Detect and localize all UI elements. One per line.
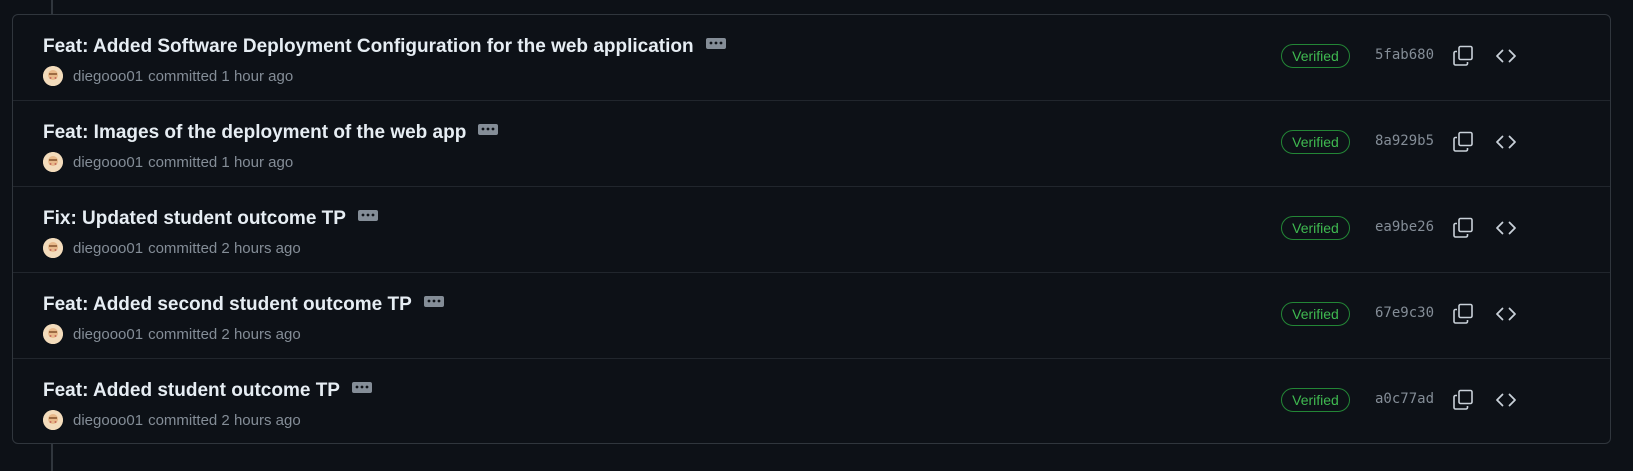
commit-sha-link[interactable]: 67e9c30 (1375, 305, 1434, 321)
commit-time: committed 2 hours ago (148, 325, 301, 343)
commit-sha-link[interactable]: 5fab680 (1375, 47, 1434, 63)
avatar[interactable] (43, 410, 63, 430)
avatar[interactable] (43, 152, 63, 172)
commit-meta: diegooo01 committed 1 hour ago (43, 152, 293, 172)
commit-meta: diegooo01 committed 1 hour ago (43, 66, 293, 86)
commit-time: committed 2 hours ago (148, 411, 301, 429)
author-link[interactable]: diegooo01 (73, 154, 143, 171)
avatar[interactable] (43, 66, 63, 86)
commit-time: committed 1 hour ago (148, 67, 294, 85)
copy-icon[interactable] (1451, 216, 1475, 240)
commit-title-link[interactable]: Fix: Updated student outcome TP (43, 208, 346, 230)
verified-badge[interactable]: Verified (1281, 44, 1350, 68)
commit-title-link[interactable]: Feat: Added Software Deployment Configur… (43, 36, 694, 58)
copy-icon[interactable] (1451, 388, 1475, 412)
commit-title-group: Feat: Added Software Deployment Configur… (43, 36, 726, 58)
copy-icon[interactable] (1451, 44, 1475, 68)
copy-icon[interactable] (1451, 130, 1475, 154)
avatar[interactable] (43, 324, 63, 344)
commit-meta: diegooo01 committed 2 hours ago (43, 324, 301, 344)
code-icon[interactable] (1494, 44, 1518, 68)
commit-time: committed 1 hour ago (148, 153, 294, 171)
commit-row: Fix: Updated student outcome TP diegooo0… (13, 187, 1610, 273)
code-icon[interactable] (1494, 130, 1518, 154)
commit-meta: diegooo01 committed 2 hours ago (43, 238, 301, 258)
commit-sha-link[interactable]: 8a929b5 (1375, 133, 1434, 149)
commit-title-group: Feat: Added second student outcome TP (43, 294, 444, 316)
kebab-horizontal-icon[interactable] (423, 295, 444, 307)
code-icon[interactable] (1494, 302, 1518, 326)
commit-title-link[interactable]: Feat: Added student outcome TP (43, 380, 340, 402)
kebab-horizontal-icon[interactable] (705, 37, 726, 49)
author-link[interactable]: diegooo01 (73, 326, 143, 343)
commit-row: Feat: Images of the deployment of the we… (13, 101, 1610, 187)
verified-badge[interactable]: Verified (1281, 130, 1350, 154)
verified-badge[interactable]: Verified (1281, 388, 1350, 412)
commit-row: Feat: Added student outcome TP diegooo01… (13, 359, 1610, 443)
commit-title-link[interactable]: Feat: Added second student outcome TP (43, 294, 412, 316)
verified-badge[interactable]: Verified (1281, 216, 1350, 240)
commit-sha-link[interactable]: a0c77ad (1375, 391, 1434, 407)
kebab-horizontal-icon[interactable] (351, 381, 372, 393)
commit-row: Feat: Added Software Deployment Configur… (13, 15, 1610, 101)
kebab-horizontal-icon[interactable] (357, 209, 378, 221)
avatar[interactable] (43, 238, 63, 258)
commit-sha-link[interactable]: ea9be26 (1375, 219, 1434, 235)
commit-row: Feat: Added second student outcome TP di… (13, 273, 1610, 359)
kebab-horizontal-icon[interactable] (478, 123, 499, 135)
code-icon[interactable] (1494, 388, 1518, 412)
code-icon[interactable] (1494, 216, 1518, 240)
commit-title-link[interactable]: Feat: Images of the deployment of the we… (43, 122, 466, 144)
author-link[interactable]: diegooo01 (73, 240, 143, 257)
copy-icon[interactable] (1451, 302, 1475, 326)
author-link[interactable]: diegooo01 (73, 412, 143, 429)
commit-meta: diegooo01 committed 2 hours ago (43, 410, 301, 430)
timeline-line-top (51, 0, 53, 15)
author-link[interactable]: diegooo01 (73, 68, 143, 85)
commit-title-group: Feat: Images of the deployment of the we… (43, 122, 499, 144)
commit-time: committed 2 hours ago (148, 239, 301, 257)
verified-badge[interactable]: Verified (1281, 302, 1350, 326)
timeline-line-bottom (51, 444, 53, 471)
commit-title-group: Feat: Added student outcome TP (43, 380, 372, 402)
commit-title-group: Fix: Updated student outcome TP (43, 208, 378, 230)
commit-list: Feat: Added Software Deployment Configur… (12, 14, 1611, 444)
